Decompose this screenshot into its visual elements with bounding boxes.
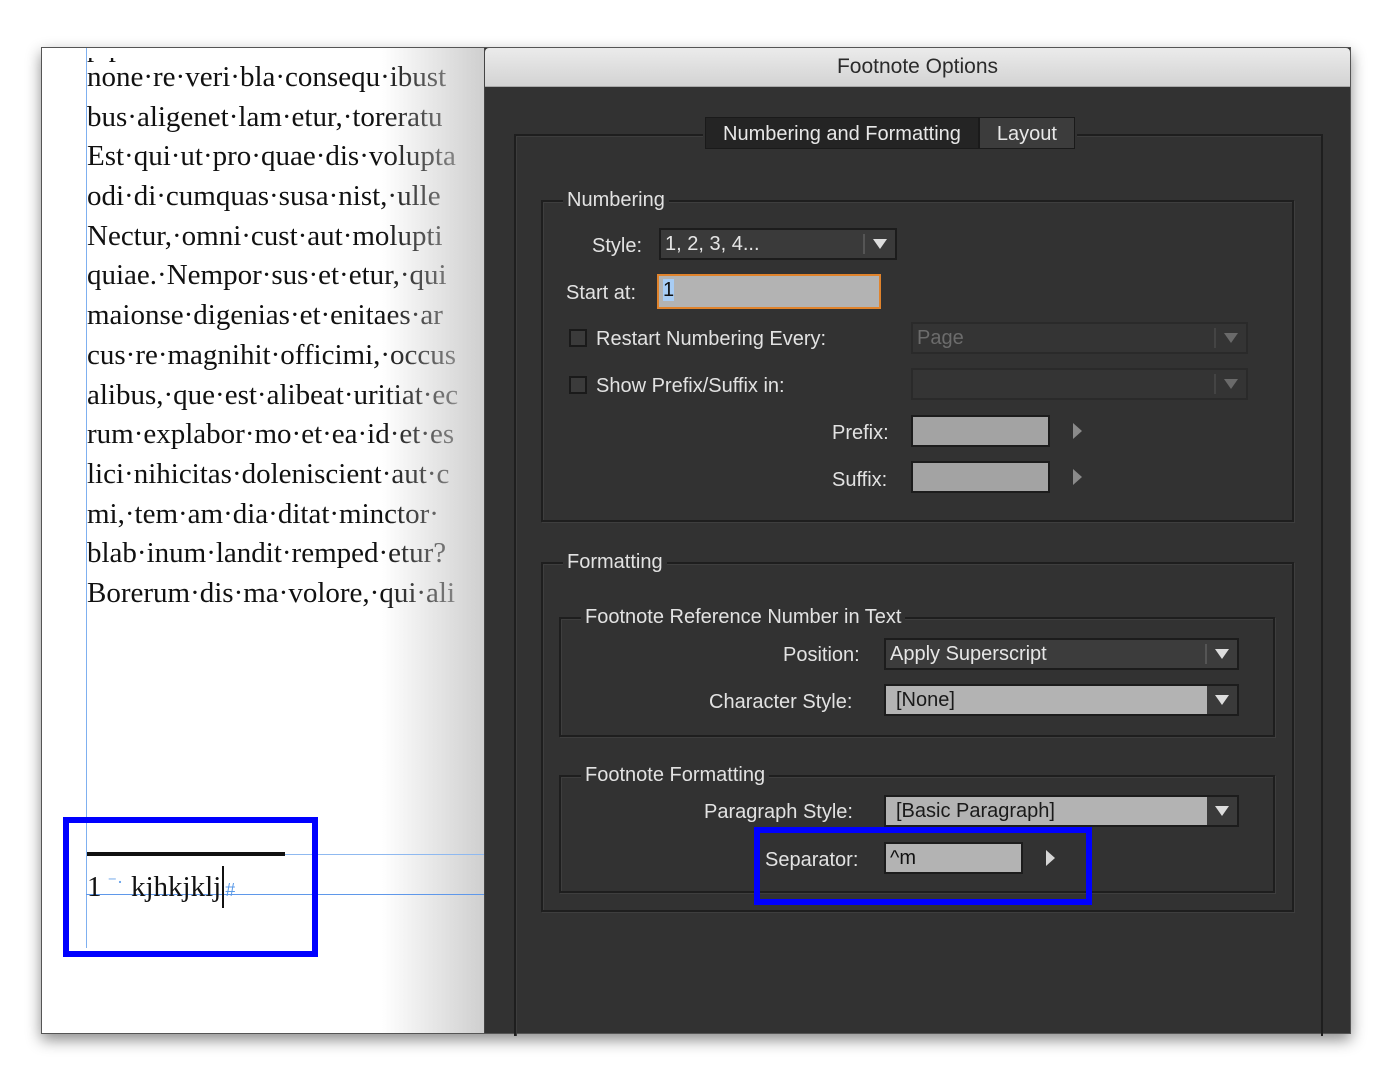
dialog-titlebar[interactable]: Footnote Options: [485, 48, 1350, 87]
restart-numbering-dropdown[interactable]: Page: [911, 322, 1248, 354]
dropdown-divider: [1214, 374, 1216, 394]
show-prefix-suffix-checkbox[interactable]: [569, 376, 587, 394]
start-at-input[interactable]: 1: [657, 274, 881, 309]
dropdown-divider: [863, 234, 865, 254]
paragraph-style-value: [Basic Paragraph]: [896, 800, 1055, 822]
footnote-reference-group: Footnote Reference Number in Text: [559, 603, 1275, 737]
restart-numbering-label[interactable]: Restart Numbering Every:: [596, 325, 826, 353]
show-prefix-suffix-dropdown[interactable]: [911, 368, 1248, 400]
paragraph-style-label: Paragraph Style:: [704, 801, 853, 823]
suffix-label: Suffix:: [832, 469, 888, 491]
tab-bar: Numbering and Formatting Layout: [703, 117, 1077, 149]
start-at-label: Start at:: [566, 282, 637, 304]
style-dropdown[interactable]: 1, 2, 3, 4...: [659, 228, 897, 260]
chevron-down-icon: [1215, 649, 1229, 659]
character-style-value: [None]: [896, 689, 955, 711]
footnote-reference-group-label: Footnote Reference Number in Text: [581, 603, 906, 631]
formatting-group-label: Formatting: [563, 548, 667, 576]
style-label: Style:: [592, 235, 643, 257]
page-shadow-fade: [382, 48, 487, 1033]
tab-layout[interactable]: Layout: [978, 117, 1075, 149]
position-dropdown[interactable]: Apply Superscript: [884, 638, 1239, 670]
character-style-dropdown[interactable]: [None]: [884, 684, 1239, 716]
partial-top-line: p p: [87, 58, 123, 68]
show-prefix-suffix-label[interactable]: Show Prefix/Suffix in:: [596, 372, 785, 400]
dropdown-divider: [1214, 328, 1216, 348]
start-at-value: 1: [663, 279, 675, 301]
suffix-special-chars-button[interactable]: [1073, 469, 1082, 485]
annotation-highlight-separator: [754, 827, 1092, 905]
dropdown-divider: [1205, 644, 1207, 664]
chevron-down-icon: [1224, 379, 1238, 389]
prefix-input[interactable]: [911, 415, 1050, 447]
character-style-label: Character Style:: [709, 691, 853, 713]
annotation-highlight-footnote: [63, 817, 318, 957]
tab-numbering-and-formatting[interactable]: Numbering and Formatting: [705, 117, 979, 149]
position-label: Position:: [783, 644, 860, 666]
suffix-input[interactable]: [911, 461, 1050, 493]
restart-numbering-checkbox[interactable]: [569, 329, 587, 347]
position-value: Apply Superscript: [890, 643, 1047, 665]
footnote-formatting-group-label: Footnote Formatting: [581, 761, 770, 789]
restart-numbering-value: Page: [917, 327, 964, 349]
chevron-down-icon: [1215, 695, 1229, 705]
paragraph-style-dropdown[interactable]: [Basic Paragraph]: [884, 795, 1239, 827]
chevron-down-icon: [1215, 806, 1229, 816]
chevron-down-icon: [1224, 333, 1238, 343]
prefix-special-chars-button[interactable]: [1073, 423, 1082, 439]
chevron-down-icon: [873, 239, 887, 249]
style-value: 1, 2, 3, 4...: [665, 233, 760, 255]
prefix-label: Prefix:: [832, 422, 889, 444]
numbering-group-label: Numbering: [563, 186, 669, 214]
